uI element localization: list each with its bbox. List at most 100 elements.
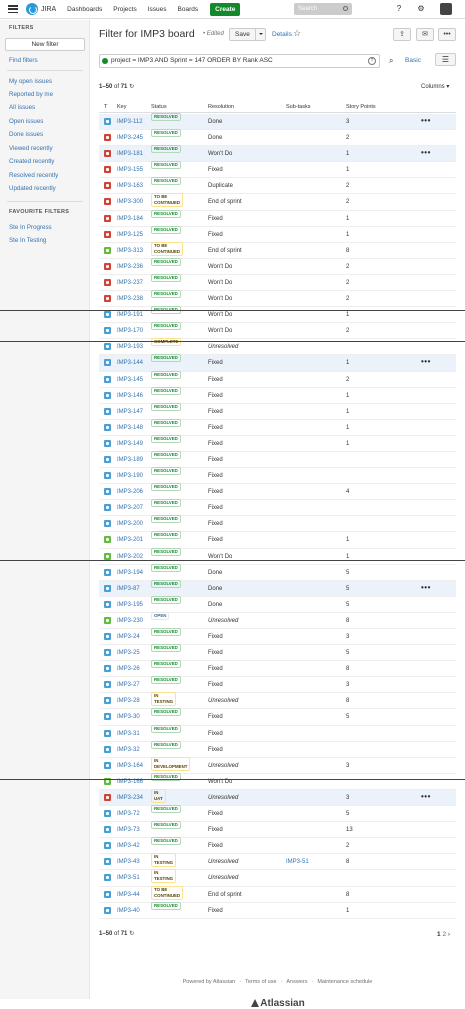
sidebar-item-created-recently[interactable]: Created recently: [9, 158, 54, 165]
issue-key[interactable]: IMP3-26: [117, 661, 140, 677]
issue-key[interactable]: IMP3-28: [117, 693, 140, 709]
table-row[interactable]: IMP3-40 RESOLVED Fixed 1: [99, 901, 456, 919]
table-row[interactable]: IMP3-30 RESOLVED Fixed 5: [99, 708, 456, 726]
chevron-down-icon[interactable]: [255, 29, 265, 40]
issue-key[interactable]: IMP3-125: [117, 227, 143, 243]
issue-key[interactable]: IMP3-202: [117, 549, 143, 565]
more-actions-icon[interactable]: •••: [421, 146, 431, 160]
refresh-icon[interactable]: ↻: [129, 84, 134, 90]
export-icon[interactable]: ⇪: [393, 28, 411, 41]
table-row[interactable]: IMP3-313 TO BE CONTINUED End of sprint 8: [99, 241, 456, 259]
issue-key[interactable]: IMP3-44: [117, 887, 140, 903]
table-row[interactable]: IMP3-201 RESOLVED Fixed 1: [99, 531, 456, 549]
sidebar-item-open-issues[interactable]: Open issues: [9, 118, 43, 125]
table-row[interactable]: IMP3-181 RESOLVED Won't Do 1 •••: [99, 145, 456, 163]
refresh-icon[interactable]: ↻: [129, 931, 134, 937]
more-actions-icon[interactable]: •••: [421, 355, 431, 369]
table-row[interactable]: IMP3-190 RESOLVED Fixed: [99, 467, 456, 485]
star-icon[interactable]: ☆: [293, 28, 301, 39]
issue-key[interactable]: IMP3-313: [117, 243, 143, 259]
issue-key[interactable]: IMP3-32: [117, 742, 140, 758]
table-row[interactable]: IMP3-144 RESOLVED Fixed 1 •••: [99, 354, 456, 372]
table-row[interactable]: IMP3-28 IN TESTING Unresolved 8: [99, 692, 456, 710]
issue-key[interactable]: IMP3-40: [117, 903, 140, 919]
column-subtasks[interactable]: Sub-tasks: [286, 104, 310, 110]
table-row[interactable]: IMP3-166 RESOLVED Won't Do: [99, 772, 456, 790]
issue-key[interactable]: IMP3-145: [117, 372, 143, 388]
issue-key[interactable]: IMP3-245: [117, 130, 143, 146]
issue-key[interactable]: IMP3-146: [117, 388, 143, 404]
issue-key[interactable]: IMP3-200: [117, 516, 143, 532]
table-row[interactable]: IMP3-24 RESOLVED Fixed 3: [99, 628, 456, 646]
table-row[interactable]: IMP3-238 RESOLVED Won't Do 2: [99, 290, 456, 308]
table-row[interactable]: IMP3-25 RESOLVED Fixed 5: [99, 644, 456, 662]
favourite-ste-in-progress[interactable]: Ste In Progress: [9, 224, 52, 231]
column-status[interactable]: Status: [151, 104, 167, 110]
issue-key[interactable]: IMP3-163: [117, 178, 143, 194]
page-next[interactable]: 2: [442, 931, 446, 938]
table-row[interactable]: IMP3-72 RESOLVED Fixed 5: [99, 805, 456, 823]
column-type[interactable]: T: [104, 104, 107, 110]
table-row[interactable]: IMP3-237 RESOLVED Won't Do 2: [99, 273, 456, 292]
issue-key[interactable]: IMP3-164: [117, 758, 143, 774]
table-row[interactable]: IMP3-87 RESOLVED Done 5 •••: [99, 579, 456, 597]
table-row[interactable]: IMP3-164 IN DEVELOPMENT Unresolved 3: [99, 756, 456, 774]
save-button[interactable]: Save: [229, 28, 266, 41]
issue-key[interactable]: IMP3-148: [117, 420, 143, 436]
table-row[interactable]: IMP3-207 RESOLVED Fixed: [99, 499, 456, 517]
issue-key[interactable]: IMP3-72: [117, 806, 140, 822]
sidebar-item-reported-by-me[interactable]: Reported by me: [9, 91, 53, 98]
table-row[interactable]: IMP3-146 RESOLVED Fixed 1: [99, 386, 456, 404]
table-row[interactable]: IMP3-234 IN UAT Unresolved 3 •••: [99, 788, 456, 807]
table-row[interactable]: IMP3-300 TO BE CONTINUED End of sprint 2: [99, 193, 456, 211]
search-icon[interactable]: ⌕: [389, 56, 393, 66]
avatar[interactable]: [440, 3, 452, 15]
issue-key[interactable]: IMP3-31: [117, 726, 140, 742]
syntax-help-icon[interactable]: ?: [368, 57, 376, 65]
footer-answers[interactable]: Answers: [286, 979, 307, 985]
search-input[interactable]: Search: [294, 3, 352, 15]
table-row[interactable]: IMP3-202 RESOLVED Won't Do 1: [99, 547, 456, 565]
issue-key[interactable]: IMP3-194: [117, 565, 143, 581]
footer-maintenance[interactable]: Maintenance schedule: [317, 979, 372, 985]
table-row[interactable]: IMP3-44 TO BE CONTINUED End of sprint 8: [99, 885, 456, 903]
issue-key[interactable]: IMP3-195: [117, 597, 143, 613]
table-row[interactable]: IMP3-195 RESOLVED Done 5: [99, 595, 456, 613]
more-tools-icon[interactable]: •••: [438, 28, 456, 41]
issue-key[interactable]: IMP3-155: [117, 162, 143, 178]
sidebar-item-resolved-recently[interactable]: Resolved recently: [9, 172, 58, 179]
nav-dashboards[interactable]: Dashboards: [67, 6, 102, 13]
issue-key[interactable]: IMP3-144: [117, 355, 143, 371]
nav-boards[interactable]: Boards: [178, 6, 199, 13]
issue-key[interactable]: IMP3-201: [117, 532, 143, 548]
table-row[interactable]: IMP3-163 RESOLVED Duplicate 2: [99, 177, 456, 195]
issue-key[interactable]: IMP3-166: [117, 774, 143, 790]
table-row[interactable]: IMP3-43 IN TESTING Unresolved IMP3-51 8: [99, 853, 456, 871]
issue-key[interactable]: IMP3-147: [117, 404, 143, 420]
create-button[interactable]: Create: [210, 2, 241, 16]
table-row[interactable]: IMP3-26 RESOLVED Fixed 8: [99, 660, 456, 678]
issue-key[interactable]: IMP3-207: [117, 500, 143, 516]
nav-issues[interactable]: Issues: [148, 6, 167, 13]
table-row[interactable]: IMP3-155 RESOLVED Fixed 1: [99, 161, 456, 179]
table-row[interactable]: IMP3-148 RESOLVED Fixed 1: [99, 418, 456, 436]
sidebar-item-all-issues[interactable]: All issues: [9, 104, 35, 111]
issue-key[interactable]: IMP3-51: [117, 870, 140, 886]
issue-key[interactable]: IMP3-27: [117, 677, 140, 693]
issue-key[interactable]: IMP3-25: [117, 645, 140, 661]
issue-key[interactable]: IMP3-190: [117, 468, 143, 484]
table-row[interactable]: IMP3-31 RESOLVED Fixed: [99, 724, 456, 742]
issue-key[interactable]: IMP3-149: [117, 436, 143, 452]
columns-button[interactable]: Columns ▾: [421, 83, 449, 90]
issue-key[interactable]: IMP3-73: [117, 822, 140, 838]
details-link[interactable]: Details: [272, 31, 292, 38]
footer-powered-by[interactable]: Powered by Atlassian: [183, 979, 236, 985]
table-row[interactable]: IMP3-194 RESOLVED Done 5: [99, 563, 456, 581]
find-filters-link[interactable]: Find filters: [9, 57, 38, 64]
table-row[interactable]: IMP3-27 RESOLVED Fixed 3: [99, 676, 456, 694]
share-icon[interactable]: ✉: [416, 28, 434, 41]
issue-key[interactable]: IMP3-300: [117, 194, 143, 210]
help-icon[interactable]: ?: [394, 4, 404, 14]
table-row[interactable]: IMP3-73 RESOLVED Fixed 13: [99, 821, 456, 839]
issue-key[interactable]: IMP3-230: [117, 613, 143, 629]
